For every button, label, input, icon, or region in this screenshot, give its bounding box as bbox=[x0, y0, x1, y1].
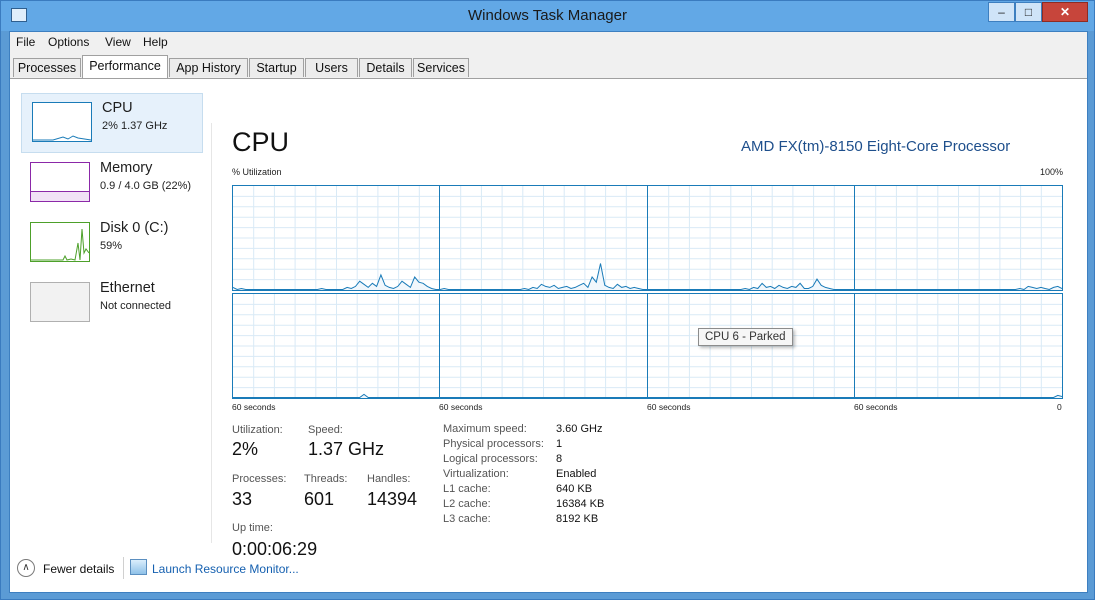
menu-help[interactable]: Help bbox=[143, 35, 168, 49]
sidebar-disk-title: Disk 0 (C:) bbox=[100, 220, 169, 236]
minimize-button[interactable]: – bbox=[988, 2, 1015, 22]
cpu-parked-tooltip: CPU 6 - Parked bbox=[698, 328, 793, 346]
virtualization-label: Virtualization: bbox=[443, 468, 509, 480]
menu-file[interactable]: File bbox=[16, 35, 35, 49]
sidebar-disk-sub: 59% bbox=[100, 240, 123, 252]
utilization-value: 2% bbox=[232, 439, 259, 459]
cpu-core-graph[interactable] bbox=[647, 185, 856, 291]
utilization-max-label: 100% bbox=[1040, 167, 1064, 177]
l2-cache-label: L2 cache: bbox=[443, 498, 491, 510]
page-title: CPU bbox=[232, 127, 290, 157]
processor-name: AMD FX(tm)-8150 Eight-Core Processor bbox=[741, 138, 1011, 155]
time-axis-label: 60 seconds bbox=[647, 402, 691, 412]
cpu-thumbnail-svg bbox=[33, 135, 92, 141]
tab-services[interactable]: Services bbox=[413, 58, 469, 77]
title-bar[interactable]: Windows Task Manager – □ ✕ bbox=[1, 1, 1094, 31]
time-axis-label: 60 seconds bbox=[232, 402, 276, 412]
menu-view[interactable]: View bbox=[105, 35, 131, 49]
disk-thumbnail-svg bbox=[31, 228, 90, 261]
cpu-core-graph-svg bbox=[855, 294, 1062, 398]
footer-bar: ∧ Fewer details Launch Resource Monitor.… bbox=[10, 553, 1087, 593]
physical-processors-value: 1 bbox=[556, 438, 563, 450]
footer-divider bbox=[123, 557, 124, 579]
utilization-axis-label: % Utilization bbox=[232, 167, 282, 177]
sidebar-cpu-sub: 2% 1.37 GHz bbox=[102, 120, 168, 132]
logical-processors-label: Logical processors: bbox=[443, 453, 538, 465]
virtualization-value: Enabled bbox=[556, 468, 597, 480]
cpu-core-graph-svg bbox=[855, 186, 1062, 290]
tab-users[interactable]: Users bbox=[305, 58, 358, 77]
cpu-core-graph[interactable] bbox=[439, 293, 648, 399]
cpu-core-graph-svg bbox=[648, 186, 855, 290]
cpu-core-graph-svg bbox=[233, 186, 440, 290]
close-button[interactable]: ✕ bbox=[1042, 2, 1088, 22]
sidebar-cpu-title: CPU bbox=[102, 100, 133, 116]
max-speed-label: Maximum speed: bbox=[443, 423, 527, 435]
threads-value: 601 bbox=[304, 489, 335, 509]
sidebar-ethernet-title: Ethernet bbox=[100, 280, 155, 296]
sidebar-memory-sub: 0.9 / 4.0 GB (22%) bbox=[100, 180, 192, 192]
logical-processors-value: 8 bbox=[556, 453, 563, 465]
task-manager-window: Windows Task Manager – □ ✕ File Options … bbox=[0, 0, 1095, 600]
l3-cache-label: L3 cache: bbox=[443, 513, 491, 525]
memory-thumbnail-graph bbox=[30, 162, 90, 202]
maximize-button[interactable]: □ bbox=[1015, 2, 1042, 22]
cpu-thumbnail-graph bbox=[32, 102, 92, 142]
ethernet-thumbnail-graph bbox=[30, 282, 90, 322]
sidebar-memory-title: Memory bbox=[100, 160, 153, 176]
sidebar-divider bbox=[211, 123, 212, 543]
menu-bar: File Options View Help bbox=[10, 32, 1087, 52]
cpu-core-graph-svg bbox=[440, 294, 647, 398]
speed-label: Speed: bbox=[308, 424, 343, 436]
cpu-core-graph[interactable] bbox=[232, 293, 441, 399]
resource-monitor-icon[interactable] bbox=[130, 559, 147, 575]
chevron-up-icon[interactable]: ∧ bbox=[17, 559, 35, 577]
cpu-core-graph-svg bbox=[440, 186, 647, 290]
sidebar-item-ethernet[interactable]: Ethernet Not connected bbox=[20, 274, 202, 334]
time-axis-label: 60 seconds bbox=[439, 402, 483, 412]
cpu-core-graph[interactable] bbox=[854, 185, 1063, 291]
l1-cache-label: L1 cache: bbox=[443, 483, 491, 495]
tab-details[interactable]: Details bbox=[359, 58, 412, 77]
performance-panel: CPU 2% 1.37 GHz Memory 0.9 / 4.0 GB (22%… bbox=[10, 79, 1087, 592]
tab-performance[interactable]: Performance bbox=[82, 55, 168, 78]
sidebar-ethernet-sub: Not connected bbox=[100, 300, 171, 312]
window-title: Windows Task Manager bbox=[468, 7, 627, 24]
handles-label: Handles: bbox=[367, 473, 411, 485]
memory-thumbnail-fill bbox=[31, 191, 89, 201]
threads-label: Threads: bbox=[304, 473, 348, 485]
max-speed-value: 3.60 GHz bbox=[556, 423, 603, 435]
cpu-core-graph[interactable] bbox=[232, 185, 441, 291]
time-axis-label: 60 seconds bbox=[854, 402, 898, 412]
cpu-core-graph[interactable] bbox=[854, 293, 1063, 399]
launch-resource-monitor-link[interactable]: Launch Resource Monitor... bbox=[152, 562, 299, 576]
menu-options[interactable]: Options bbox=[48, 35, 89, 49]
tab-processes[interactable]: Processes bbox=[13, 58, 81, 77]
processes-value: 33 bbox=[232, 489, 253, 509]
processes-label: Processes: bbox=[232, 473, 287, 485]
tab-strip: Processes Performance App History Startu… bbox=[10, 52, 1087, 79]
fewer-details-button[interactable]: Fewer details bbox=[43, 562, 114, 576]
sidebar-item-cpu[interactable]: CPU 2% 1.37 GHz bbox=[21, 93, 203, 153]
speed-value: 1.37 GHz bbox=[308, 439, 385, 459]
l2-cache-value: 16384 KB bbox=[556, 498, 605, 510]
physical-processors-label: Physical processors: bbox=[443, 438, 544, 450]
disk-thumbnail-graph bbox=[30, 222, 90, 262]
handles-value: 14394 bbox=[367, 489, 418, 509]
sidebar-item-memory[interactable]: Memory 0.9 / 4.0 GB (22%) bbox=[20, 154, 202, 214]
tab-startup[interactable]: Startup bbox=[249, 58, 304, 77]
tab-app-history[interactable]: App History bbox=[169, 58, 248, 77]
cpu-core-graph[interactable] bbox=[647, 293, 856, 399]
time-axis-zero: 0 bbox=[1057, 402, 1062, 412]
l1-cache-value: 640 KB bbox=[556, 483, 593, 495]
cpu-core-graph-svg bbox=[648, 294, 855, 398]
client-area: File Options View Help Processes Perform… bbox=[9, 31, 1088, 593]
l3-cache-value: 8192 KB bbox=[556, 513, 599, 525]
sidebar-item-disk[interactable]: Disk 0 (C:) 59% bbox=[20, 214, 202, 274]
cpu-core-graph-svg bbox=[233, 294, 440, 398]
utilization-label: Utilization: bbox=[232, 424, 283, 436]
cpu-core-graph[interactable] bbox=[439, 185, 648, 291]
uptime-label: Up time: bbox=[232, 522, 273, 534]
